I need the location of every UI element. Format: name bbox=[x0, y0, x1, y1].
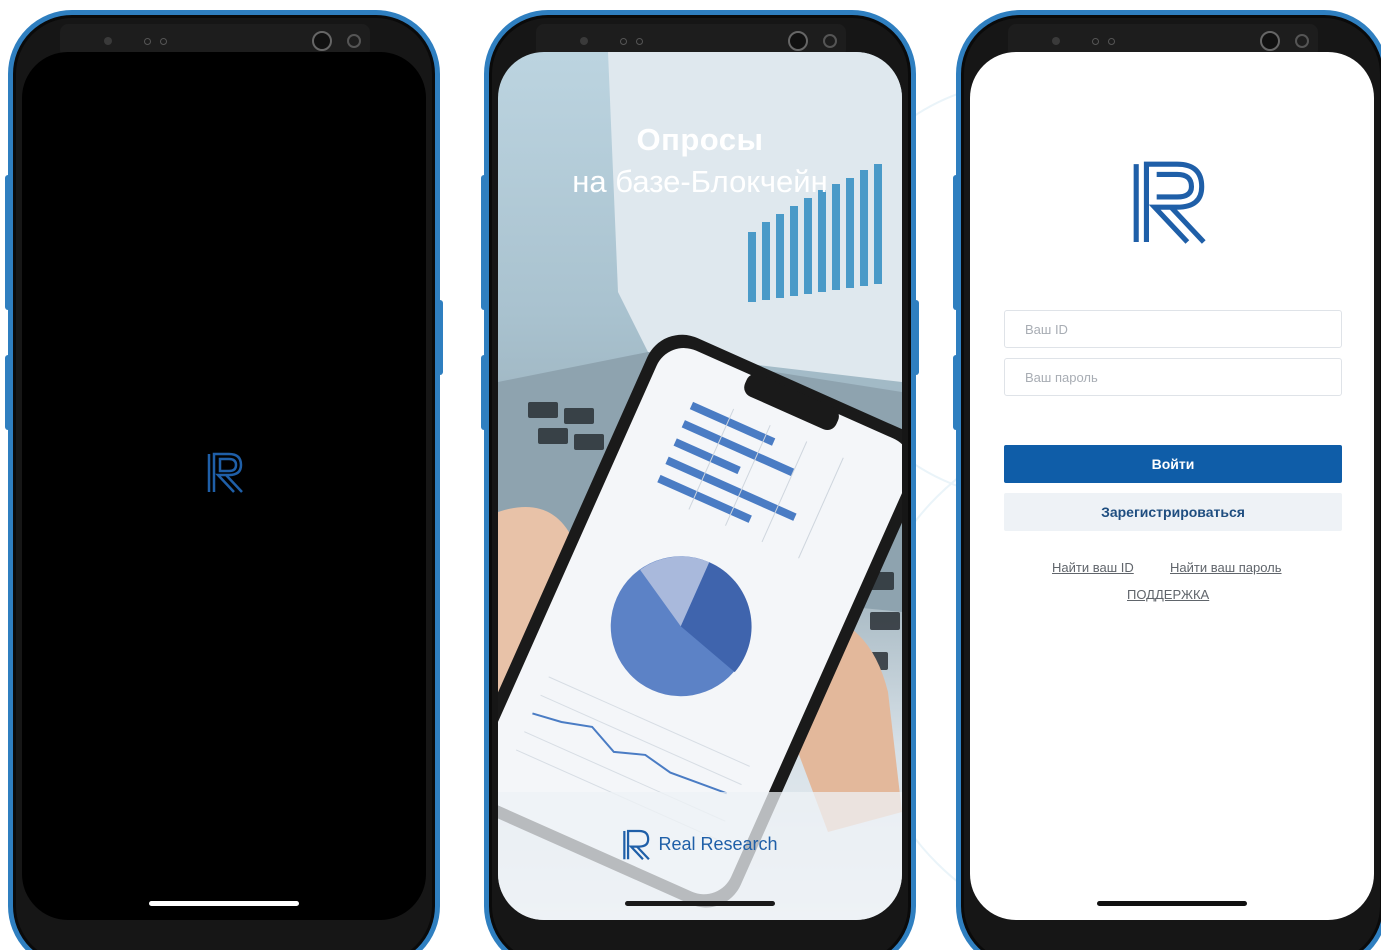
login-button[interactable]: Войти bbox=[1004, 445, 1342, 483]
password-input[interactable] bbox=[1004, 358, 1342, 396]
home-indicator bbox=[1097, 901, 1247, 906]
splash-screen bbox=[22, 52, 426, 920]
brand-name: Real Research bbox=[658, 833, 778, 854]
find-password-link[interactable]: Найти ваш пароль bbox=[1170, 560, 1282, 575]
id-input[interactable] bbox=[1004, 310, 1342, 348]
onboarding-screen: Опросы на базе-Блокчейн Real Research bbox=[498, 52, 902, 920]
title-regular: на базе-Блокчейн bbox=[572, 164, 828, 199]
home-indicator bbox=[149, 901, 299, 906]
register-button[interactable]: Зарегистрироваться bbox=[1004, 493, 1342, 531]
phone-onboarding: Опросы на базе-Блокчейн Real Research bbox=[481, 10, 919, 950]
phone-login: Войти Зарегистрироваться Найти ваш ID На… bbox=[953, 10, 1381, 950]
real-research-logo bbox=[1133, 161, 1206, 244]
onboarding-title: Опросы на базе-Блокчейн bbox=[498, 122, 902, 200]
brand-footer: Real Research bbox=[498, 828, 902, 860]
title-bold: Опросы bbox=[636, 122, 764, 157]
find-id-link[interactable]: Найти ваш ID bbox=[1052, 560, 1134, 575]
login-screen: Войти Зарегистрироваться Найти ваш ID На… bbox=[970, 52, 1374, 920]
real-research-logo bbox=[623, 829, 651, 860]
real-research-logo bbox=[207, 452, 243, 493]
support-link[interactable]: ПОДДЕРЖКА bbox=[1127, 587, 1209, 602]
phone-splash bbox=[5, 10, 443, 950]
home-indicator bbox=[625, 901, 775, 906]
